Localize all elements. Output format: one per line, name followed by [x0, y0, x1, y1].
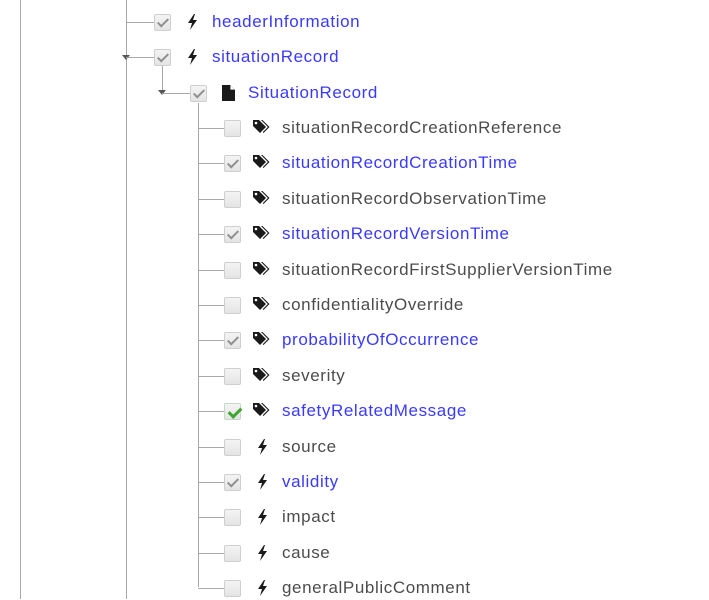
checkmark-icon [227, 403, 243, 419]
tree-connector-branch [198, 447, 224, 448]
tag-icon [252, 401, 272, 421]
tree-item-situation-record-first-supplier-version-time[interactable]: situationRecordFirstSupplierVersionTime [224, 258, 613, 282]
tree-item-situation-record-version-time[interactable]: situationRecordVersionTime [224, 222, 510, 246]
tree-item-label: source [282, 437, 337, 456]
document-icon [218, 83, 238, 103]
tree-item-label: cause [282, 543, 331, 562]
tree-item-checkbox[interactable] [224, 331, 241, 349]
tree-connector-branch [198, 340, 224, 341]
tree-item-checkbox[interactable] [224, 367, 241, 385]
tag-icon [252, 153, 272, 173]
tree-item-label[interactable]: SituationRecord [248, 83, 378, 103]
tree-item-label[interactable]: probabilityOfOccurrence [282, 330, 479, 350]
tree-item-confidentiality-override[interactable]: confidentialityOverride [224, 293, 464, 317]
checkmark-icon [226, 155, 240, 169]
tree-item-label[interactable]: headerInformation [212, 12, 360, 32]
tree-item-label[interactable]: situationRecord [212, 47, 339, 67]
tree-item-situation-record[interactable]: situationRecord [154, 45, 339, 69]
tree-item-checkbox[interactable] [154, 48, 171, 66]
tree-item-label: situationRecordFirstSupplierVersionTime [282, 260, 613, 279]
bolt-icon [182, 12, 202, 32]
tree-item-label[interactable]: safetyRelatedMessage [282, 401, 467, 421]
tree-connector-branch [198, 199, 224, 200]
tree-item-cause[interactable]: cause [224, 541, 330, 565]
tree-item-situation-record-creation-reference[interactable]: situationRecordCreationReference [224, 116, 562, 140]
tree-connector-branch [198, 553, 224, 554]
tree-item-validity[interactable]: validity [224, 470, 339, 494]
tree-item-label: confidentialityOverride [282, 295, 464, 314]
tree-item-situation-record-observation-time[interactable]: situationRecordObservationTime [224, 187, 547, 211]
tree-item-checkbox[interactable] [224, 119, 241, 137]
tree-item-checkbox[interactable] [224, 508, 241, 526]
tree-item-checkbox[interactable] [224, 190, 241, 208]
tree-item-severity[interactable]: severity [224, 364, 345, 388]
tree-connector-root [20, 0, 21, 599]
tree-item-checkbox[interactable] [224, 473, 241, 491]
tree-connector-branch [198, 376, 224, 377]
tree-view: headerInformation situationRecord Situatio… [0, 0, 709, 599]
tree-item-checkbox[interactable] [224, 154, 241, 172]
tree-item-checkbox[interactable] [190, 84, 207, 102]
tree-item-checkbox[interactable] [224, 438, 241, 456]
tree-item-label: impact [282, 507, 336, 526]
tree-connector-branch [162, 93, 190, 94]
tree-connector-branch [198, 305, 224, 306]
tree-item-label[interactable]: validity [282, 472, 339, 492]
tree-connector-branch [198, 163, 224, 164]
tree-connector-branch [198, 588, 224, 589]
tree-connector-branch [198, 517, 224, 518]
tag-icon [252, 118, 272, 138]
tree-connector-branch [126, 22, 154, 23]
tree-connector-level1 [126, 0, 127, 599]
tag-icon [252, 189, 272, 209]
tree-item-checkbox[interactable] [224, 579, 241, 597]
tree-item-label: generalPublicComment [282, 578, 471, 597]
tree-item-checkbox[interactable] [224, 225, 241, 243]
bolt-icon [252, 507, 272, 527]
tree-item-label[interactable]: situationRecordVersionTime [282, 224, 510, 244]
tree-item-situation-record-creation-time[interactable]: situationRecordCreationTime [224, 151, 518, 175]
tree-connector-level2 [162, 66, 163, 92]
tree-item-probability-of-occurrence[interactable]: probabilityOfOccurrence [224, 328, 479, 352]
tag-icon [252, 224, 272, 244]
tree-item-label[interactable]: situationRecordCreationTime [282, 153, 518, 173]
bolt-icon [252, 578, 272, 598]
tree-item-header-information[interactable]: headerInformation [154, 10, 360, 34]
checkmark-icon [226, 332, 240, 346]
checkmark-icon [192, 85, 206, 99]
tree-connector-branch [126, 57, 154, 58]
tag-icon [252, 295, 272, 315]
tree-item-situation-record[interactable]: SituationRecord [190, 81, 378, 105]
tree-connector-branch [198, 411, 224, 412]
tree-item-general-public-comment[interactable]: generalPublicComment [224, 576, 471, 600]
tag-icon [252, 330, 272, 350]
checkmark-icon [156, 49, 170, 63]
bolt-icon [182, 47, 202, 67]
checkmark-icon [156, 14, 170, 28]
tag-icon [252, 366, 272, 386]
tree-item-label: situationRecordCreationReference [282, 118, 563, 137]
checkmark-icon [226, 226, 240, 240]
tag-icon [252, 260, 272, 280]
tree-item-checkbox[interactable] [224, 402, 243, 420]
tree-item-checkbox[interactable] [154, 13, 171, 31]
tree-item-label: severity [282, 366, 346, 385]
tree-connector-branch [198, 128, 224, 129]
tree-item-checkbox[interactable] [224, 261, 241, 279]
tree-item-checkbox[interactable] [224, 296, 241, 314]
tree-item-impact[interactable]: impact [224, 505, 336, 529]
tree-connector-level3 [198, 103, 199, 587]
tree-item-label: situationRecordObservationTime [282, 189, 547, 208]
bolt-icon [252, 437, 272, 457]
bolt-icon [252, 543, 272, 563]
tree-item-checkbox[interactable] [224, 544, 241, 562]
tree-connector-branch [198, 482, 224, 483]
tree-item-source[interactable]: source [224, 435, 337, 459]
bolt-icon [252, 472, 272, 492]
tree-item-safety-related-message[interactable]: safetyRelatedMessage [224, 399, 467, 423]
tree-connector-branch [198, 270, 224, 271]
tree-connector-branch [198, 234, 224, 235]
checkmark-icon [226, 474, 240, 488]
